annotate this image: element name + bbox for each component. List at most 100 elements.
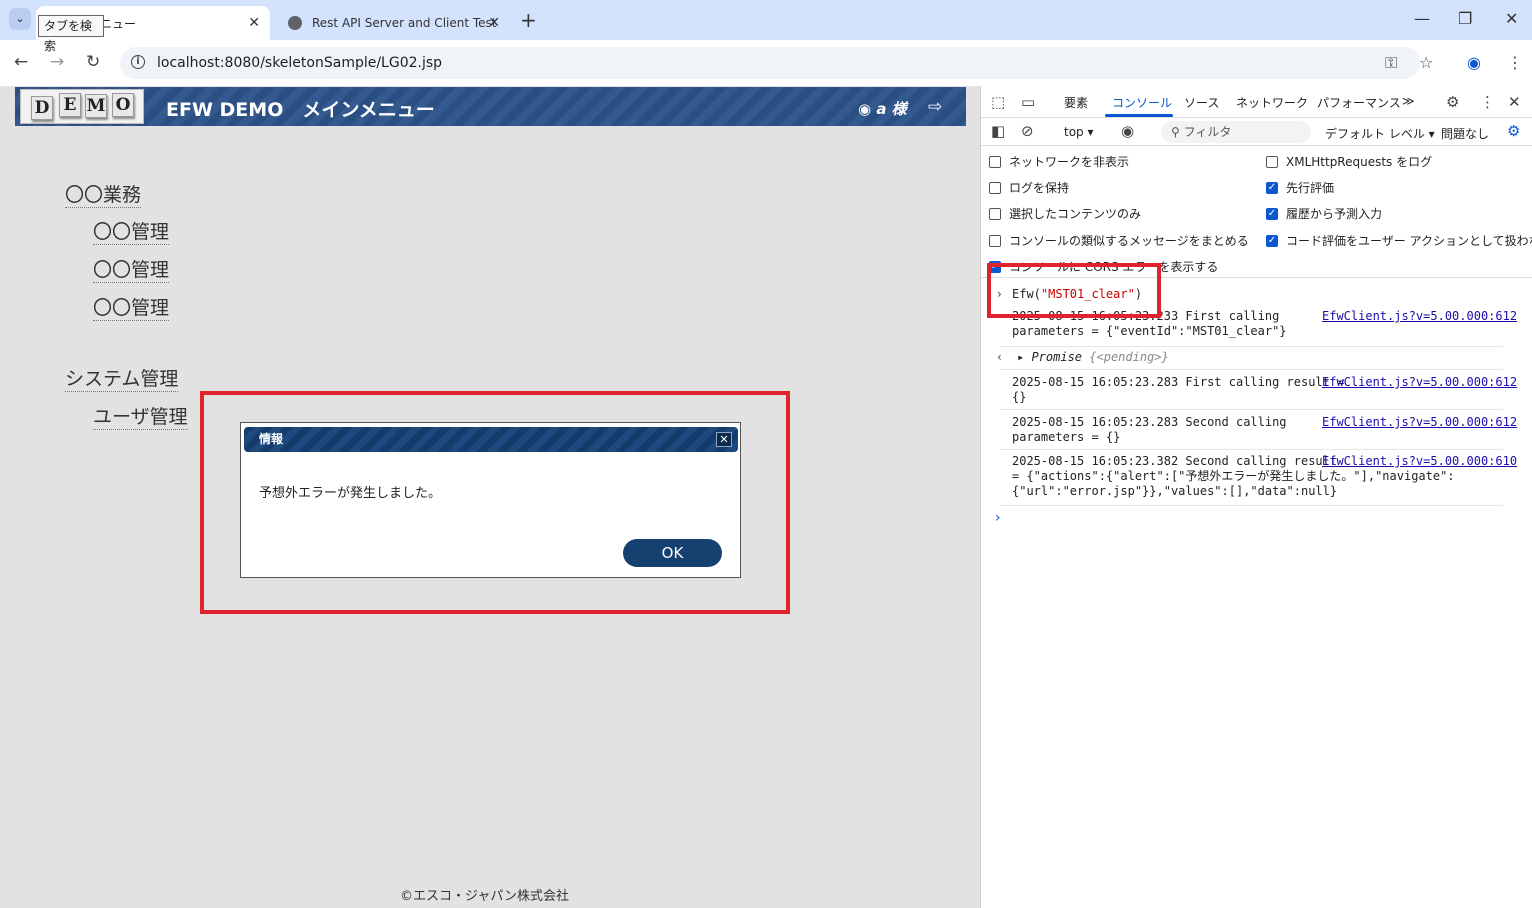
menu-group-system[interactable]: システム管理 (65, 367, 179, 392)
menu-item-kanri-3[interactable]: 〇〇管理 (93, 296, 170, 321)
option-autocomplete-history[interactable]: ✓ 履歴から予測入力 (1266, 205, 1382, 222)
tab-network[interactable]: ネットワーク (1236, 94, 1308, 111)
logo-letter: O (112, 93, 134, 117)
option-label: 履歴から予測入力 (1286, 207, 1383, 221)
menu-item-kanri-1[interactable]: 〇〇管理 (93, 220, 170, 245)
console-log-2: 2025-08-15 16:05:23.283 First calling re… (1012, 375, 1345, 404)
option-eager-eval[interactable]: ✓ 先行評価 (1266, 179, 1334, 196)
source-link-1[interactable]: EfwClient.js?v=5.00.000:612 (1322, 309, 1517, 323)
back-icon[interactable]: ← (14, 52, 28, 72)
promise-result[interactable]: ▸ Promise {<pending>} (1017, 350, 1169, 365)
new-tab-button[interactable]: + (520, 8, 537, 32)
browser-tab-strip: ⌄ ニュー ✕ タブを検索 Rest API Server and Client… (0, 0, 1532, 53)
option-label: コード評価をユーザー アクションとして扱わない (1286, 234, 1532, 248)
tab-title: Rest API Server and Client Test (312, 16, 497, 30)
close-tab-icon[interactable]: ✕ (488, 15, 500, 31)
close-window-icon[interactable]: ✕ (1505, 9, 1518, 28)
user-name[interactable]: ◉ a 様 (858, 98, 907, 119)
console-prompt-icon[interactable]: › (995, 510, 1001, 526)
checkbox[interactable] (989, 234, 1001, 247)
tab-search-button[interactable]: ⌄ (9, 8, 31, 30)
url-input[interactable]: localhost:8080/skeletonSample/LG02.jsp (120, 47, 1420, 79)
clear-console-icon[interactable]: ⊘ (1021, 122, 1034, 140)
log-separator (1000, 505, 1503, 506)
active-tab-indicator (1105, 114, 1173, 117)
logout-icon[interactable]: ⇨ (928, 97, 942, 117)
tab-console[interactable]: コンソール (1112, 94, 1172, 111)
option-label: コンソールの類似するメッセージをまとめる (1009, 234, 1249, 248)
menu-item-kanri-2[interactable]: 〇〇管理 (93, 258, 170, 283)
profile-icon[interactable]: ◉ (1467, 53, 1481, 72)
tab-sources[interactable]: ソース (1184, 94, 1219, 111)
option-user-activation[interactable]: ✓ コード評価をユーザー アクションとして扱わない (1266, 232, 1532, 249)
console-settings: ネットワークを非表示 XMLHttpRequests をログ ログを保持 ✓ 先行… (981, 146, 1532, 278)
menu-kebab-icon[interactable]: ⋮ (1507, 53, 1523, 72)
promise-state: {<pending>} (1089, 350, 1169, 364)
user-label: a 様 (876, 100, 907, 118)
restore-icon[interactable]: ❐ (1458, 9, 1472, 28)
option-label: ネットワークを非表示 (1009, 155, 1130, 169)
highlight-box-command (987, 263, 1161, 318)
reload-icon[interactable]: ↻ (86, 52, 100, 72)
console-log-3: 2025-08-15 16:05:23.283 Second calling p… (1012, 415, 1287, 444)
app-title: EFW DEMO メインメニュー (166, 99, 435, 121)
user-icon: ◉ (858, 100, 872, 118)
source-link-4[interactable]: EfwClient.js?v=5.00.000:610 (1322, 454, 1517, 468)
site-info-icon[interactable]: i (131, 55, 145, 69)
issues-count[interactable]: 問題なし (1441, 125, 1489, 142)
filter-input[interactable]: ⚲ フィルタ (1161, 121, 1311, 143)
tab-title: ニュー (100, 16, 137, 31)
promise-label: Promise (1031, 350, 1083, 364)
browser-tab-rest-api[interactable]: Rest API Server and Client Test ✕ (278, 6, 510, 40)
filter-placeholder: フィルタ (1183, 125, 1232, 139)
star-icon[interactable]: ☆ (1419, 53, 1433, 72)
option-preserve-log[interactable]: ログを保持 (989, 179, 1069, 196)
demo-logo: D E M O (20, 89, 144, 124)
gear-icon[interactable]: ⚙ (1446, 93, 1459, 111)
option-label: 先行評価 (1286, 181, 1335, 195)
log-level-select[interactable]: デフォルト レベル ▾ (1325, 125, 1435, 142)
sidebar-toggle-icon[interactable]: ◧ (991, 122, 1005, 140)
menu-item-user-kanri[interactable]: ユーザ管理 (93, 405, 188, 430)
checkbox[interactable] (989, 155, 1001, 168)
globe-icon (288, 16, 302, 30)
console-settings-icon[interactable]: ⚙ (1507, 122, 1520, 140)
address-bar-row: ← → ↻ localhost:8080/skeletonSample/LG02… (0, 40, 1532, 86)
copyright-footer: ©エスコ・ジャパン株式会社 (400, 889, 570, 904)
option-hide-network[interactable]: ネットワークを非表示 (989, 153, 1129, 170)
highlight-box-dialog (200, 391, 790, 614)
option-selected-context[interactable]: 選択したコンテンツのみ (989, 205, 1141, 222)
tab-performance[interactable]: パフォーマンス (1317, 94, 1401, 111)
key-icon[interactable]: ⚿ (1385, 53, 1397, 73)
return-arrow-icon: ‹ (997, 350, 1002, 364)
logo-letter: M (85, 94, 107, 118)
logo-letter: E (59, 93, 81, 117)
minimize-icon[interactable]: — (1414, 9, 1430, 28)
log-separator (1000, 409, 1503, 410)
devtools-menu-icon[interactable]: ⋮ (1480, 93, 1495, 111)
option-log-xhr[interactable]: XMLHttpRequests をログ (1266, 153, 1432, 170)
devtools-panel: ⬚ ▭ 要素 コンソール ソース ネットワーク パフォーマンス ≫ ⚙ ⋮ ✕ … (980, 86, 1532, 908)
checkbox[interactable] (989, 181, 1001, 194)
tab-elements[interactable]: 要素 (1064, 94, 1088, 111)
more-tabs-icon[interactable]: ≫ (1402, 94, 1415, 108)
menu-group-gyomu[interactable]: 〇〇業務 (65, 183, 142, 208)
context-selector[interactable]: top ▾ (1064, 125, 1094, 139)
checkbox[interactable]: ✓ (1266, 234, 1278, 247)
eye-icon[interactable]: ◉ (1121, 122, 1134, 140)
devtools-tabbar: ⬚ ▭ 要素 コンソール ソース ネットワーク パフォーマンス ≫ ⚙ ⋮ ✕ (981, 86, 1532, 118)
option-label: 選択したコンテンツのみ (1009, 207, 1142, 221)
device-toggle-icon[interactable]: ▭ (1021, 93, 1035, 111)
option-label: ログを保持 (1009, 181, 1070, 195)
option-label: XMLHttpRequests をログ (1286, 155, 1433, 169)
option-group-similar[interactable]: コンソールの類似するメッセージをまとめる (989, 232, 1249, 249)
close-devtools-icon[interactable]: ✕ (1508, 93, 1521, 111)
checkbox[interactable] (989, 207, 1001, 220)
source-link-2[interactable]: EfwClient.js?v=5.00.000:612 (1322, 375, 1517, 389)
inspect-icon[interactable]: ⬚ (991, 93, 1005, 111)
checkbox[interactable]: ✓ (1266, 181, 1278, 194)
checkbox[interactable] (1266, 155, 1278, 168)
source-link-3[interactable]: EfwClient.js?v=5.00.000:612 (1322, 415, 1517, 429)
checkbox[interactable]: ✓ (1266, 207, 1278, 220)
close-tab-icon[interactable]: ✕ (248, 15, 260, 31)
